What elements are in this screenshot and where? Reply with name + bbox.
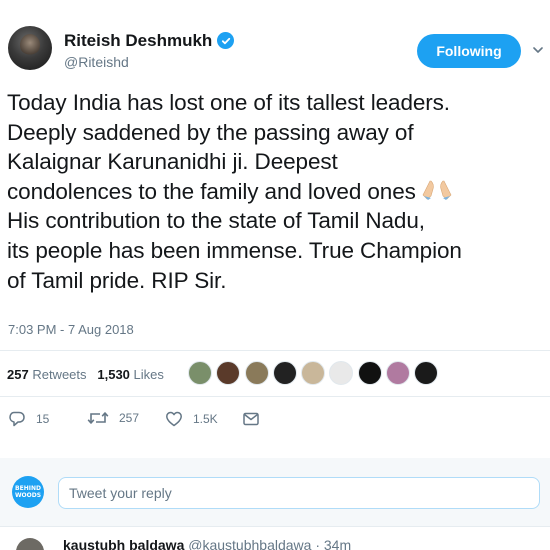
reply-time[interactable]: · 34m [315,537,351,550]
retweet-action-count: 257 [119,411,140,425]
author-handle[interactable]: @Riteishd [64,54,129,70]
tweet-line: Kalaignar Karunanidhi ji. Deepest [7,149,338,175]
liker-avatar[interactable] [188,361,212,385]
tweet-timestamp[interactable]: 7:03 PM - 7 Aug 2018 [8,322,134,337]
tweet-line: His contribution to the state of Tamil N… [7,208,425,234]
liker-avatar[interactable] [272,361,297,385]
engagement-stats: 257 Retweets 1,530 Likes [7,367,164,382]
reply-count: 15 [36,412,50,426]
heart-icon [166,411,182,427]
reply-author-handle[interactable]: @kaustubhbaldawa [188,537,311,550]
tweet-line-with-emoji: condolences to the family and loved ones [7,177,547,207]
like-action-count: 1.5K [193,412,218,426]
tweet-line: condolences to the family and loved ones [7,178,416,204]
tweet-line: its people has been immense. True Champi… [7,237,462,263]
like-action[interactable]: 1.5K [165,410,218,428]
liker-avatar[interactable] [216,361,241,385]
envelope-icon [243,412,259,426]
liker-avatar[interactable] [357,361,382,385]
retweet-action[interactable]: 257 [87,410,139,426]
user-avatar[interactable]: BEHIND WOODS [12,476,44,508]
retweets-label[interactable]: Retweets [32,367,86,382]
author-avatar[interactable] [8,26,52,70]
tweet-text: Today India has lost one of its tallest … [7,88,547,295]
reply-input[interactable] [58,477,540,509]
reply-icon [9,411,25,427]
tweet-line: Deeply saddened by the passing away of [7,119,414,145]
tweet-line: of Tamil pride. RIP Sir. [7,267,227,293]
tweet-line: Today India has lost one of its tallest … [7,90,450,115]
divider [0,350,550,351]
verified-badge-icon [217,32,234,49]
reply-action[interactable]: 15 [8,410,49,428]
like-count[interactable]: 1,530 [97,367,130,382]
liker-avatar[interactable] [386,361,411,385]
liker-avatar[interactable] [414,361,439,385]
likes-label[interactable]: Likes [134,367,164,382]
tweet-actions: 15 257 1.5K [0,410,550,434]
direct-message-action[interactable] [242,410,270,428]
liker-avatar[interactable] [244,361,269,385]
reply-composer: BEHIND WOODS [0,458,550,526]
reply-author-avatar[interactable] [16,538,44,550]
liker-avatar[interactable] [329,361,354,385]
reply-author-name[interactable]: kaustubh baldawa [63,537,184,550]
following-button[interactable]: Following [417,34,521,68]
divider [0,526,550,527]
liker-avatars [188,361,443,385]
retweet-icon [87,412,109,424]
folded-hands-icon [422,179,452,200]
author-display-name[interactable]: Riteish Deshmukh [64,31,212,51]
chevron-down-icon[interactable] [533,42,543,53]
liker-avatar[interactable] [301,361,326,385]
retweet-count[interactable]: 257 [7,367,29,382]
divider [0,396,550,397]
reply-header: kaustubh baldawa @kaustubhbaldawa · 34m [63,537,351,550]
